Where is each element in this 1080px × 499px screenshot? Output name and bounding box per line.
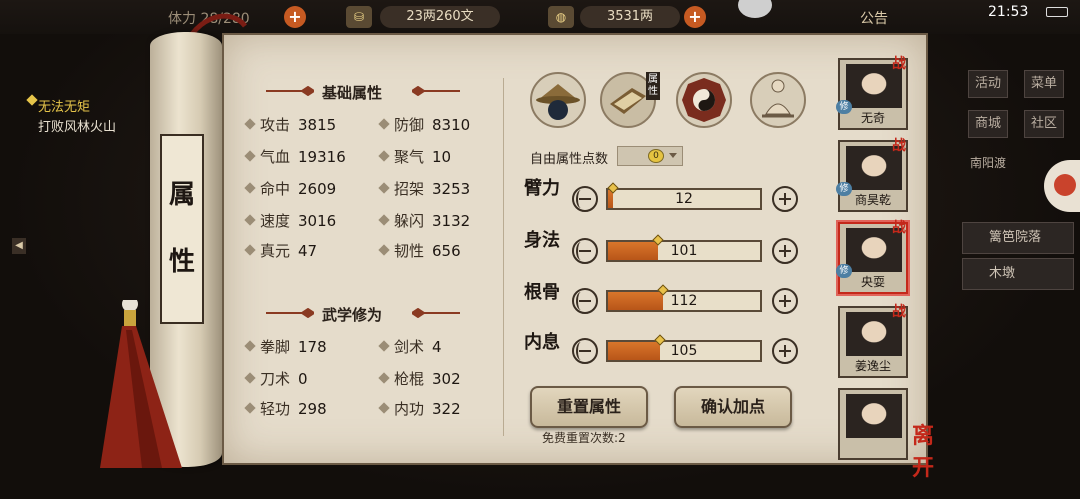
constitution-bar: 112 bbox=[606, 284, 762, 312]
camera-icon[interactable] bbox=[738, 0, 772, 18]
title-ornament-left-icon bbox=[266, 308, 314, 318]
floating-assistant-icon[interactable] bbox=[1044, 160, 1080, 212]
character-card-yang[interactable]: 央耍战修 bbox=[836, 220, 908, 294]
scroll-title-label: 属 性 bbox=[160, 134, 204, 324]
top-hud: 体力 28/280 + ⛁ 23两260文 ◍ 3531两 + 公告 21:53 bbox=[0, 0, 1080, 34]
attr-label-strength: 臂力 bbox=[524, 178, 560, 199]
minus-constitution-button[interactable] bbox=[572, 288, 598, 314]
minus-breath-button[interactable] bbox=[572, 338, 598, 364]
dropdown-arrow-icon[interactable] bbox=[669, 153, 677, 158]
title-ornament-right-icon bbox=[412, 308, 460, 318]
title-ornament-right-icon bbox=[412, 86, 460, 96]
martial-arts-title: 武学修为 bbox=[322, 306, 383, 324]
location-name: 南阳渡 bbox=[970, 156, 1007, 170]
stat-blade: 刀术 0 bbox=[244, 368, 308, 389]
stat-lightness: 轻功 298 bbox=[244, 398, 327, 419]
basic-attributes-title: 基础属性 bbox=[322, 84, 383, 102]
character-card-jiang[interactable]: 姜逸尘战 bbox=[838, 304, 908, 378]
free-points-value: 0 bbox=[648, 149, 664, 163]
clock: 21:53 bbox=[988, 4, 1029, 20]
tab-bagua[interactable] bbox=[676, 72, 732, 128]
silver-counter: 3531两 bbox=[580, 6, 680, 28]
agility-bar: 101 bbox=[606, 234, 762, 262]
stat-spear: 枪棍 302 bbox=[378, 368, 461, 389]
stat-speed: 速度 3016 bbox=[244, 210, 336, 231]
character-card-shang[interactable]: 商昊乾战修 bbox=[836, 138, 908, 212]
scroll-title-char-1: 属 bbox=[168, 180, 195, 210]
silver-ingot-icon: ◍ bbox=[548, 6, 574, 28]
panel-divider bbox=[503, 78, 504, 436]
stat-qi: 聚气 10 bbox=[378, 146, 451, 167]
battle-badge: 战 bbox=[892, 220, 906, 236]
notice-button[interactable]: 公告 bbox=[860, 8, 888, 28]
attr-label-agility: 身法 bbox=[524, 230, 560, 251]
plus-constitution-button[interactable] bbox=[772, 288, 798, 314]
breath-value: 105 bbox=[670, 343, 698, 359]
copper-icon: ⛁ bbox=[346, 6, 372, 28]
bamboo-hat-icon bbox=[536, 84, 580, 120]
battery-icon bbox=[1046, 7, 1068, 17]
minus-agility-button[interactable] bbox=[572, 238, 598, 264]
cultivate-tag: 修 bbox=[836, 264, 852, 278]
bagua-icon bbox=[682, 78, 726, 122]
menu-button[interactable]: 菜单 bbox=[1024, 70, 1064, 98]
stat-parry: 招架 3253 bbox=[378, 178, 470, 199]
confirm-points-button[interactable]: 确认加点 bbox=[674, 386, 792, 428]
title-ornament-left-icon bbox=[266, 86, 314, 96]
place-fence-courtyard[interactable]: 篱笆院落 bbox=[962, 222, 1074, 254]
stat-hit: 命中 2609 bbox=[244, 178, 336, 199]
constitution-value: 112 bbox=[670, 293, 698, 309]
tab-equipment[interactable] bbox=[530, 72, 586, 128]
shop-button[interactable]: 商城 bbox=[968, 110, 1008, 138]
stat-true-essence: 真元 47 bbox=[244, 240, 317, 261]
scroll-title-char-2: 性 bbox=[168, 247, 195, 277]
battle-badge: 战 bbox=[892, 138, 906, 154]
add-silver-button[interactable]: + bbox=[684, 6, 706, 28]
tab-meridians[interactable] bbox=[750, 72, 806, 128]
free-points-label: 自由属性点数 bbox=[530, 152, 609, 167]
add-stamina-button[interactable]: + bbox=[284, 6, 306, 28]
cultivate-tag: 修 bbox=[836, 100, 852, 114]
collapse-arrow-icon[interactable]: ◀ bbox=[12, 238, 26, 254]
place-wooden-stump[interactable]: 木墩 bbox=[962, 258, 1074, 290]
plus-agility-button[interactable] bbox=[772, 238, 798, 264]
stat-sword: 剑术 4 bbox=[378, 336, 442, 357]
plus-strength-button[interactable] bbox=[772, 186, 798, 212]
stat-inner-power: 内功 322 bbox=[378, 398, 461, 419]
leave-button[interactable]: 离开 bbox=[912, 418, 948, 481]
plus-breath-button[interactable] bbox=[772, 338, 798, 364]
quest-title[interactable]: 无法无矩 bbox=[38, 96, 90, 115]
quest-description[interactable]: 打败风林火山 bbox=[38, 116, 116, 135]
stat-attack: 攻击 3815 bbox=[244, 114, 336, 135]
breath-bar: 105 bbox=[606, 334, 762, 362]
battle-badge: 战 bbox=[892, 56, 906, 72]
stat-toughness: 韧性 656 bbox=[378, 240, 461, 261]
quest-diamond-icon bbox=[26, 94, 38, 106]
stat-defense: 防御 8310 bbox=[378, 114, 470, 135]
game-screen: 体力 28/280 + ⛁ 23两260文 ◍ 3531两 + 公告 21:53… bbox=[0, 0, 1080, 499]
stat-hp: 气血 19316 bbox=[244, 146, 346, 167]
free-reset-count: 免费重置次数:2 bbox=[542, 431, 626, 445]
attr-label-breath: 内息 bbox=[524, 332, 560, 353]
strength-value: 12 bbox=[675, 191, 693, 207]
activity-button[interactable]: 活动 bbox=[968, 70, 1008, 98]
minus-strength-button[interactable] bbox=[572, 186, 598, 212]
reset-attributes-button[interactable]: 重置属性 bbox=[530, 386, 648, 428]
cultivate-tag: 修 bbox=[836, 182, 852, 196]
character-card-wuqi[interactable]: 无奇战修 bbox=[836, 56, 908, 130]
stat-dodge: 躲闪 3132 bbox=[378, 210, 470, 231]
strength-bar: 12 bbox=[606, 182, 762, 210]
attr-label-constitution: 根骨 bbox=[524, 282, 560, 303]
battle-badge: 战 bbox=[892, 304, 906, 320]
avatar bbox=[846, 394, 902, 438]
tassel-icon bbox=[100, 300, 182, 468]
copper-counter: 23两260文 bbox=[380, 6, 500, 28]
agility-value: 101 bbox=[670, 243, 698, 259]
attributes-tab-label: 属性 bbox=[646, 72, 660, 100]
stat-fist: 拳脚 178 bbox=[244, 336, 327, 357]
character-card-5[interactable] bbox=[838, 388, 908, 460]
community-button[interactable]: 社区 bbox=[1024, 110, 1064, 138]
meditation-figure-icon bbox=[762, 79, 794, 118]
